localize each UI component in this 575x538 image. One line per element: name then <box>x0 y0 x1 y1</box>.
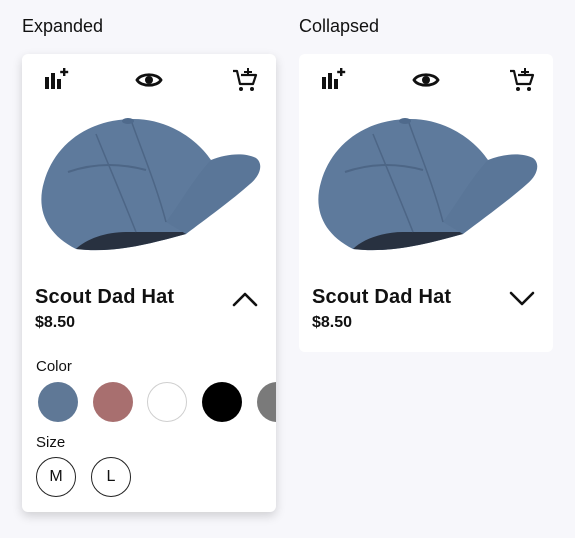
chevron-up-icon[interactable] <box>231 288 259 308</box>
product-price: $8.50 <box>312 314 353 331</box>
product-price: $8.50 <box>35 314 76 331</box>
expanded-section-title: Expanded <box>22 16 104 36</box>
color-swatch-gray[interactable] <box>257 382 276 422</box>
color-swatch-rose[interactable] <box>93 382 133 422</box>
eye-icon[interactable] <box>135 66 163 94</box>
eye-icon[interactable] <box>412 66 440 94</box>
product-image <box>41 118 261 251</box>
product-image <box>318 118 538 251</box>
product-name: Scout Dad Hat <box>35 286 175 308</box>
chevron-down-icon[interactable] <box>508 288 536 308</box>
color-swatches <box>36 382 276 424</box>
color-swatch-white[interactable] <box>147 382 187 422</box>
size-label: Size <box>36 434 66 451</box>
color-label: Color <box>36 358 72 375</box>
collapsed-section-title: Collapsed <box>299 16 380 36</box>
add-to-cart-icon[interactable] <box>508 66 536 94</box>
compare-add-icon[interactable] <box>319 66 347 94</box>
color-swatch-black[interactable] <box>202 382 242 422</box>
compare-add-icon[interactable] <box>42 66 70 94</box>
card-action-icons <box>22 66 276 94</box>
card-action-icons <box>299 66 553 94</box>
product-card-collapsed: Scout Dad Hat $8.50 <box>299 54 553 352</box>
size-button-m[interactable]: M <box>36 457 76 497</box>
add-to-cart-icon[interactable] <box>231 66 259 94</box>
size-button-l[interactable]: L <box>91 457 131 497</box>
product-name: Scout Dad Hat <box>312 286 452 308</box>
product-card-expanded: Scout Dad Hat $8.50 Color Size M L <box>22 54 276 512</box>
color-swatch-blue[interactable] <box>38 382 78 422</box>
